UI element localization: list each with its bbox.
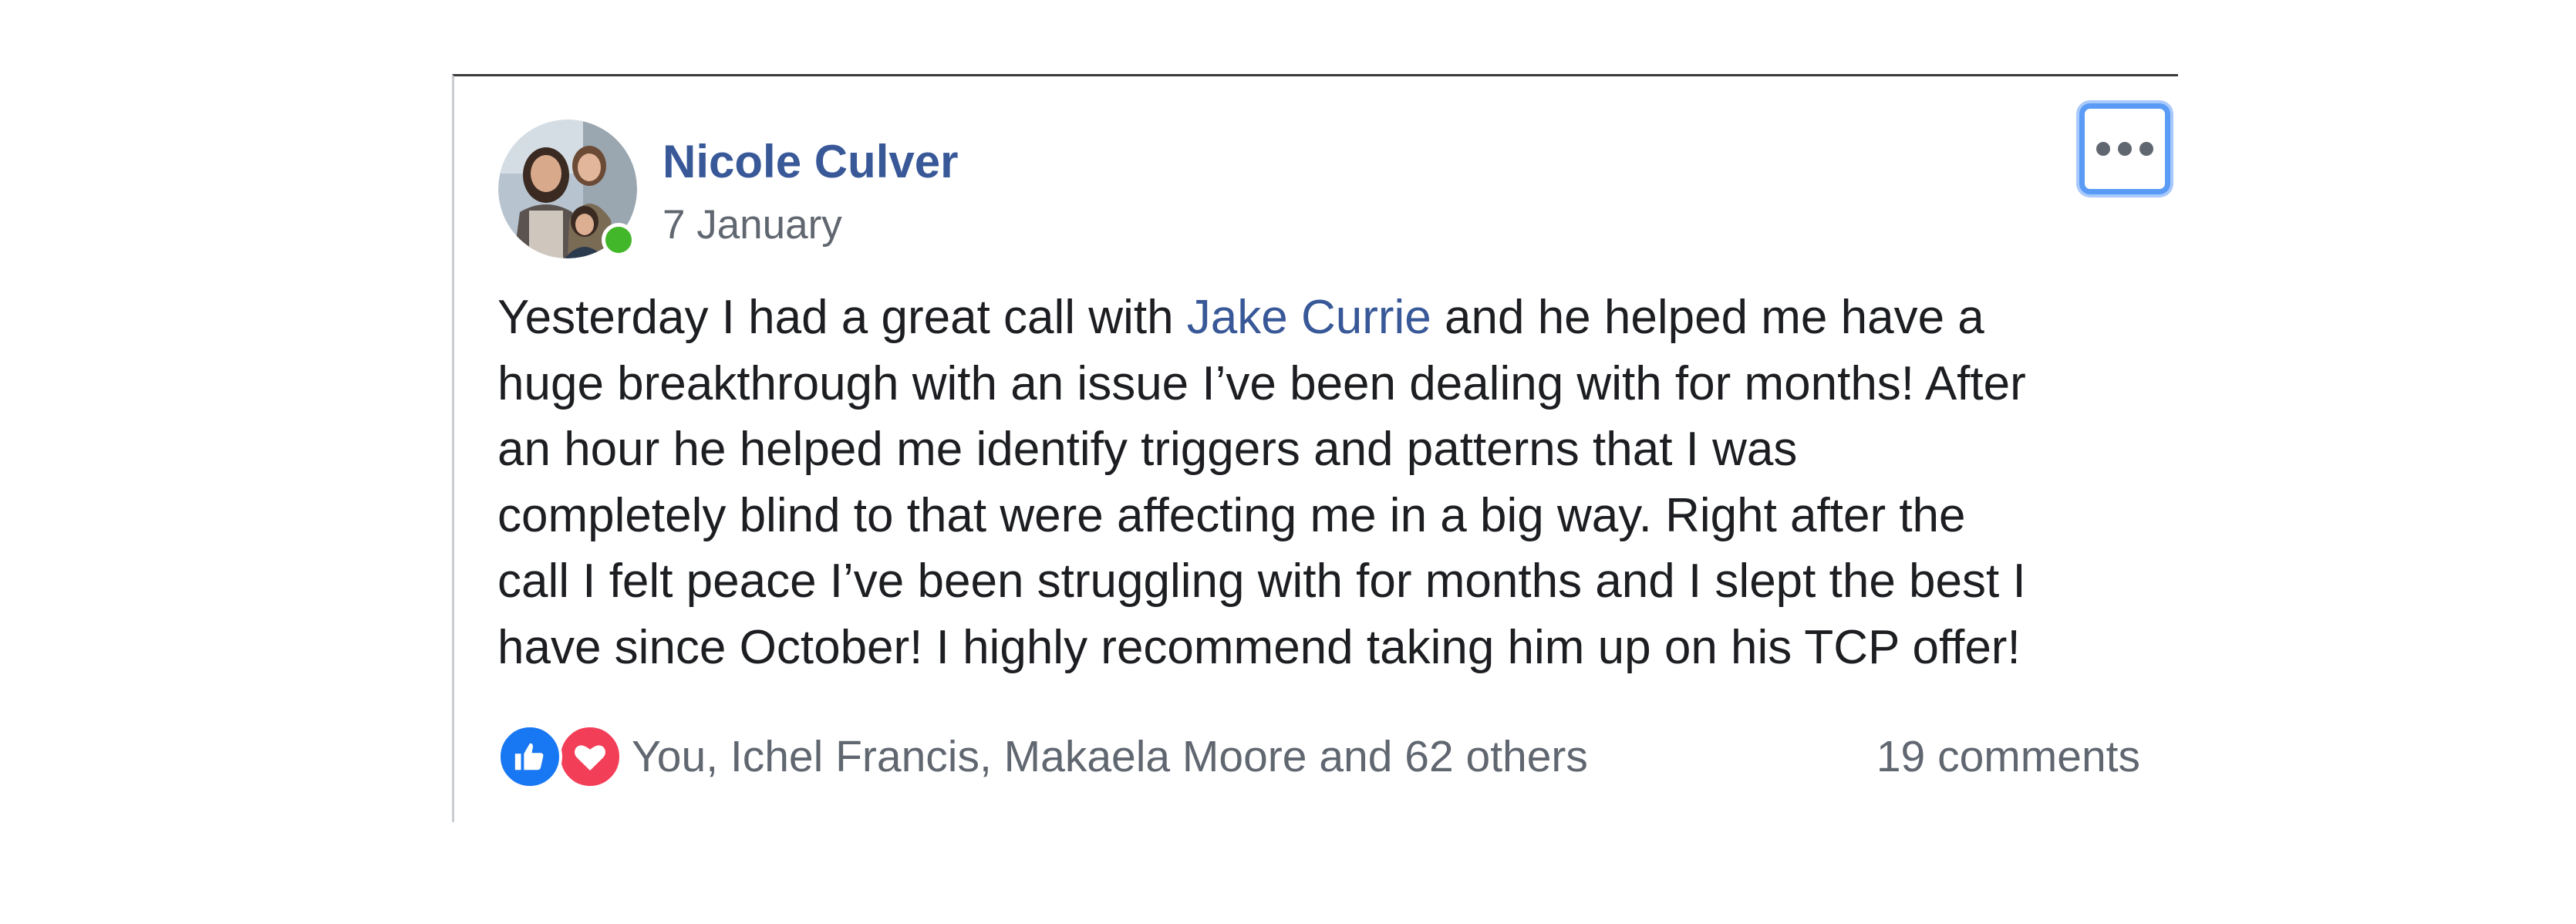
author-name[interactable]: Nicole Culver [663,135,958,188]
post-body-line: have since October! I highly recommend t… [497,620,2021,674]
post-text-segment: Yesterday I had a great call with [497,291,1187,344]
love-icon [558,724,622,789]
reactions-summary[interactable]: You, Ichel Francis, Makaela Moore and 62… [497,723,1588,791]
post-body-line: completely blind to that were affecting … [497,488,1966,542]
post-body-line: Yesterday I had a great call with Jake C… [497,285,2156,351]
post-body-line: an hour he helped me identify triggers a… [497,423,1798,476]
online-status-indicator [602,223,636,257]
post-timestamp[interactable]: 7 January [663,201,842,248]
post-text-segment: and he helped me have a [1431,291,1984,344]
mention-link[interactable]: Jake Currie [1187,291,1431,344]
more-horizontal-icon [2096,142,2153,156]
post-card: Nicole Culver 7 January Yesterday I had … [452,74,2178,822]
avatar[interactable] [498,120,637,258]
like-icon [497,724,562,789]
post-body-line: huge breakthrough with an issue I’ve bee… [497,356,2026,410]
reactors-list[interactable]: You, Ichel Francis, Makaela Moore and 62… [632,731,1588,782]
post-options-button[interactable] [2079,103,2170,194]
post-body-line: call I felt peace I’ve been struggling w… [497,555,2026,608]
comments-count-link[interactable]: 19 comments [1876,723,2140,791]
post-body: Yesterday I had a great call with Jake C… [497,285,2156,680]
